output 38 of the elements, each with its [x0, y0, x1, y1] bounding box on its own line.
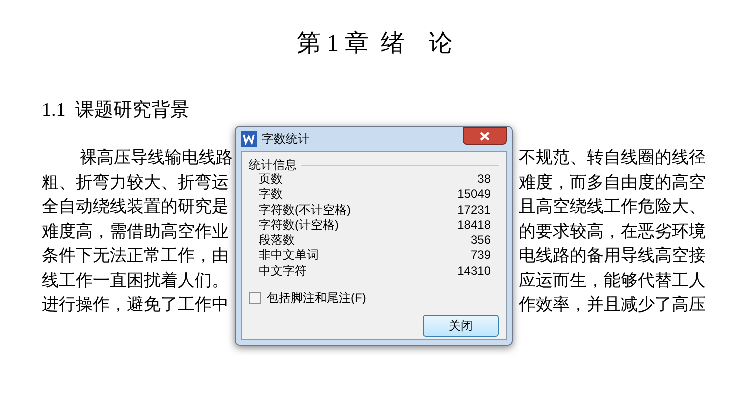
body-text: 线工作一直困扰着人们。 — [42, 270, 229, 292]
close-button[interactable] — [463, 127, 507, 145]
group-label: 统计信息 — [249, 158, 297, 172]
body-text: 进行操作，避免了工作中 — [42, 294, 229, 316]
app-logo-icon — [241, 131, 257, 147]
dialog-title: 字数统计 — [262, 131, 310, 148]
close-dialog-button[interactable]: 关闭 — [423, 315, 499, 338]
body-text: 应运而生，能够代替工人 — [519, 270, 706, 292]
body-text: 条件下无法正常工作，由 — [42, 245, 229, 267]
body-text: 的要求较高，在恶劣环境 — [519, 220, 706, 242]
stat-value: 739 — [470, 248, 491, 264]
stat-label: 页数 — [259, 172, 283, 188]
stat-value: 14310 — [458, 264, 491, 280]
stat-value: 356 — [470, 233, 491, 248]
body-text: 不规范、转自线圈的线径 — [519, 147, 706, 169]
body-text: 作效率，并且减少了高压 — [519, 294, 706, 316]
close-icon — [480, 132, 490, 140]
body-text: 全自动绕线装置的研究是 — [42, 196, 229, 218]
body-text: 电线路的备用导线高空接 — [519, 245, 706, 267]
stat-label: 字符数(不计空格) — [259, 202, 351, 218]
stat-label: 中文字符 — [259, 264, 307, 280]
stat-label: 段落数 — [259, 233, 295, 248]
stat-value: 38 — [478, 172, 491, 188]
section-heading: 1.1 课题研究背景 — [42, 99, 190, 123]
body-text: 难度，而多自由度的高空 — [519, 172, 706, 194]
body-text: 难度高，需借助高空作业 — [42, 220, 229, 242]
stat-value: 17231 — [458, 202, 491, 218]
body-text: 且高空绕线工作危险大、 — [519, 196, 706, 218]
body-text: 裸高压导线输电线路 — [80, 147, 233, 169]
checkbox-label: 包括脚注和尾注(F) — [267, 290, 366, 308]
chapter-title: 第 1 章 绪 论 — [297, 30, 453, 59]
stat-label: 字符数(计空格) — [259, 218, 339, 234]
checkbox[interactable] — [249, 292, 261, 304]
stat-value: 15049 — [458, 187, 491, 203]
stat-label: 非中文单词 — [259, 248, 319, 264]
stat-label: 字数 — [259, 187, 283, 203]
stat-value: 18418 — [458, 218, 491, 234]
body-text: 粗、折弯力较大、折弯运 — [42, 172, 229, 194]
